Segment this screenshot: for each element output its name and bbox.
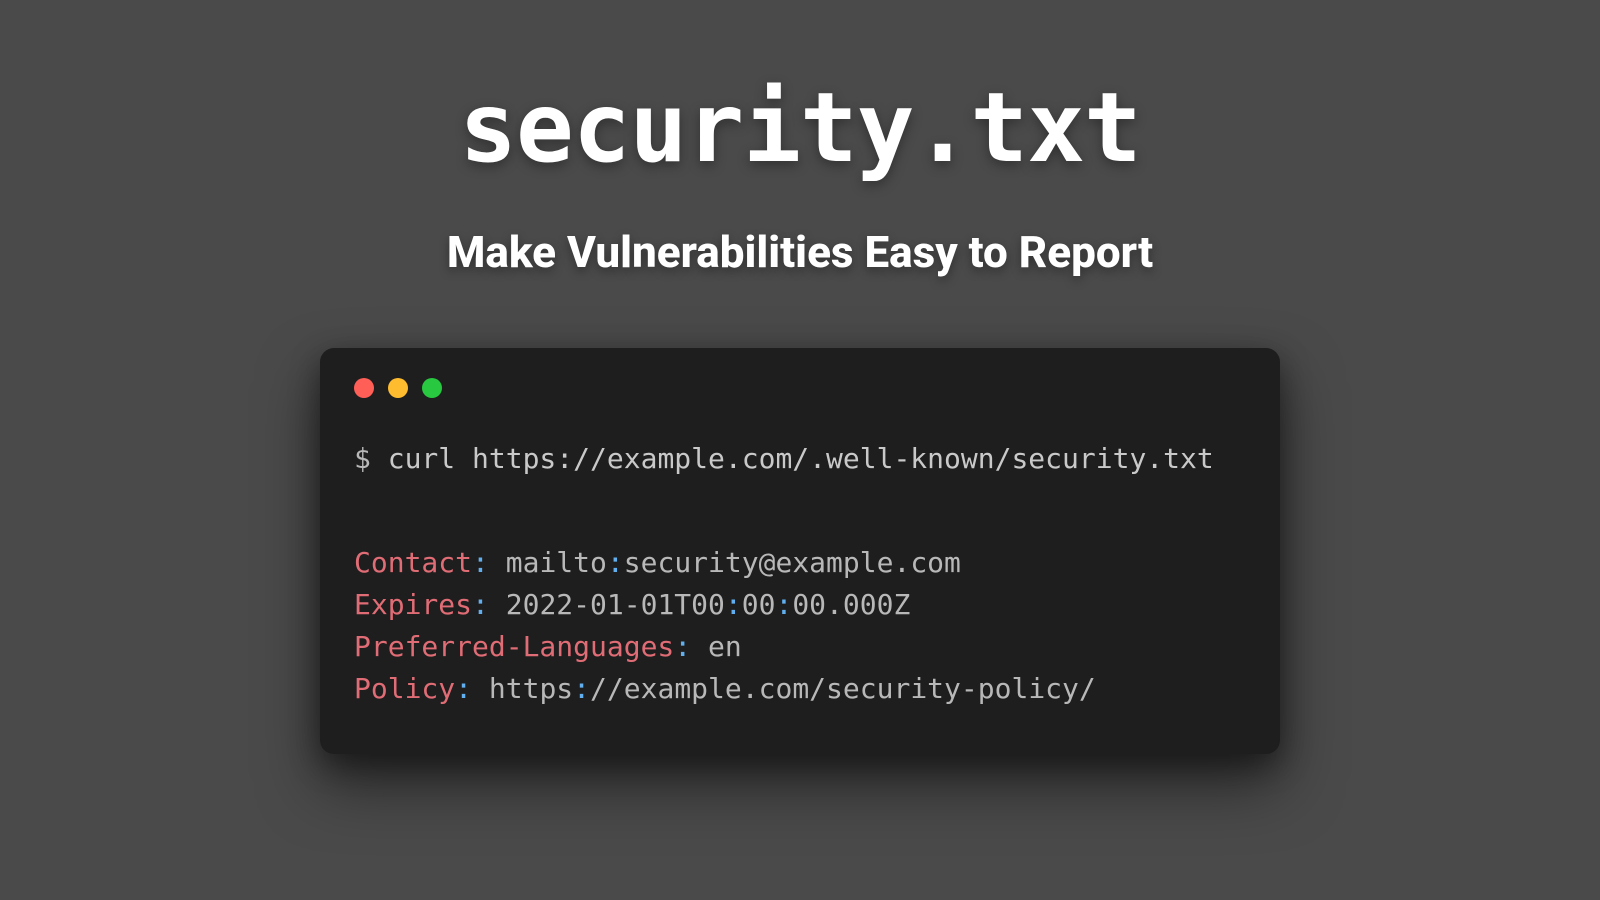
- terminal-window: $ curl https://example.com/.well-known/s…: [320, 348, 1280, 754]
- field-value: https://example.com/security-policy/: [472, 672, 1096, 705]
- field-key: Policy: [354, 672, 455, 705]
- output-line: Policy: https://example.com/security-pol…: [354, 672, 1096, 705]
- page-title: security.txt: [459, 72, 1141, 184]
- zoom-icon[interactable]: [422, 378, 442, 398]
- output-line: Expires: 2022-01-01T00:00:00.000Z: [354, 588, 910, 621]
- shell-command: curl https://example.com/.well-known/sec…: [388, 442, 1214, 475]
- minimize-icon[interactable]: [388, 378, 408, 398]
- output-line: Contact: mailto:security@example.com: [354, 546, 961, 579]
- field-value: mailto:security@example.com: [489, 546, 961, 579]
- field-value: 2022-01-01T00:00:00.000Z: [489, 588, 910, 621]
- output-line: Preferred-Languages: en: [354, 630, 742, 663]
- terminal-body: $ curl https://example.com/.well-known/s…: [354, 438, 1246, 710]
- colon-icon: :: [674, 630, 691, 663]
- colon-icon: :: [472, 588, 489, 621]
- page-subtitle: Make Vulnerabilities Easy to Report: [447, 226, 1153, 278]
- colon-icon: :: [455, 672, 472, 705]
- field-value: en: [691, 630, 742, 663]
- field-key: Expires: [354, 588, 472, 621]
- window-controls: [354, 378, 1246, 398]
- close-icon[interactable]: [354, 378, 374, 398]
- field-key: Contact: [354, 546, 472, 579]
- field-key: Preferred-Languages: [354, 630, 674, 663]
- shell-prompt: $: [354, 442, 388, 475]
- colon-icon: :: [472, 546, 489, 579]
